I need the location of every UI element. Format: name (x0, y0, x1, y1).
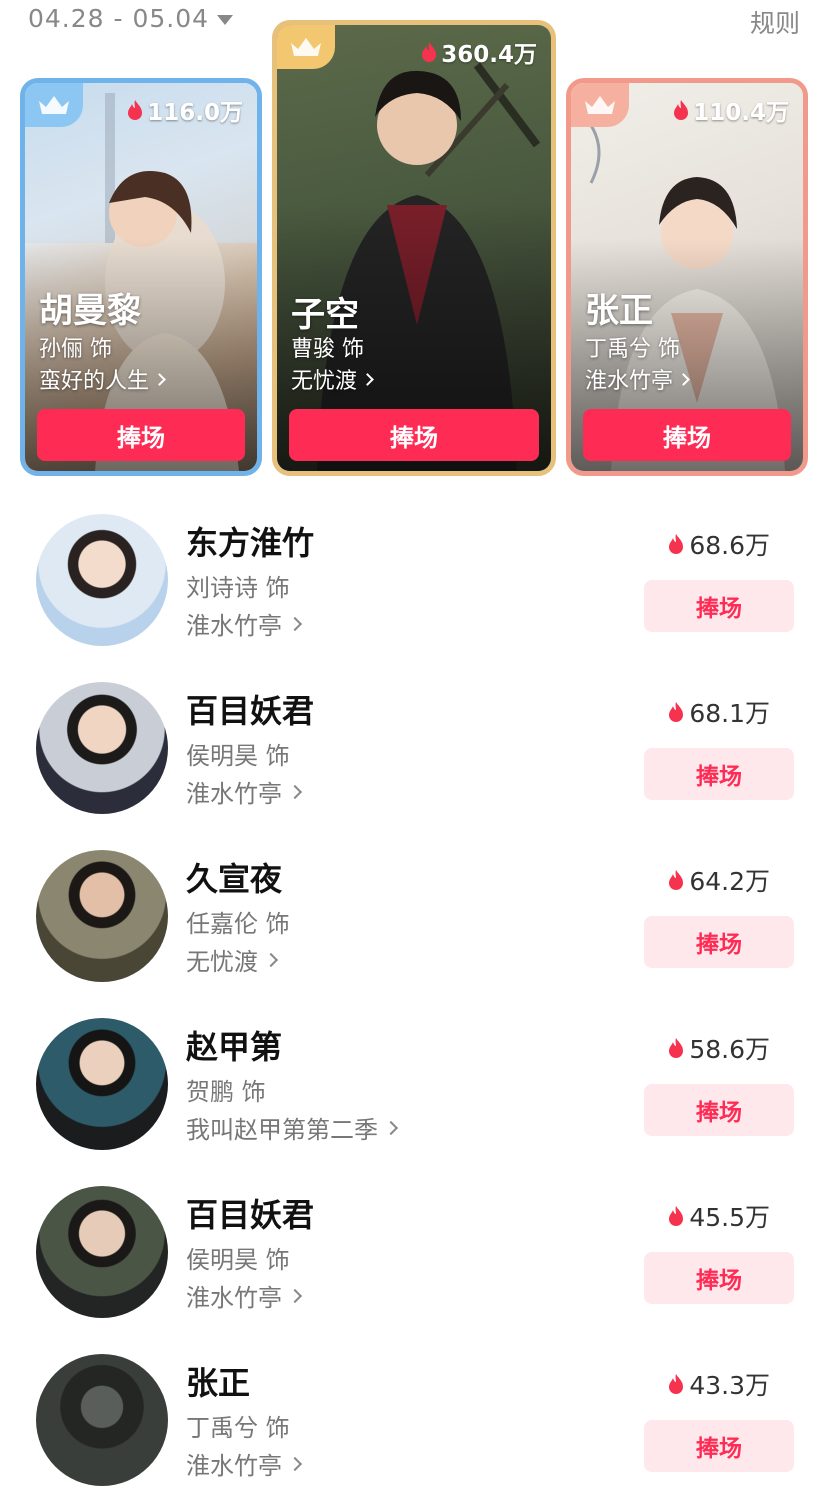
cheer-button[interactable]: 捧场 (644, 1420, 794, 1472)
chevron-right-icon (287, 616, 303, 631)
cheer-button[interactable]: 捧场 (644, 916, 794, 968)
list-item[interactable]: 百目妖君 侯明昊 饰 淮水竹亭 45.5万 捧场 (0, 1176, 828, 1344)
character-name: 东方淮竹 (186, 524, 315, 562)
crown-badge (571, 83, 629, 127)
crown-icon (39, 96, 69, 114)
drama-link[interactable]: 淮水竹亭 (186, 1278, 303, 1313)
actor-name: 曹骏 饰 (291, 337, 364, 362)
cheer-button[interactable]: 捧场 (37, 409, 245, 461)
character-name: 张正 (186, 1364, 251, 1402)
heat-score: 110.4万 (672, 93, 789, 127)
list-item[interactable]: 百目妖君 侯明昊 饰 淮水竹亭 68.1万 捧场 (0, 672, 828, 840)
drama-link[interactable]: 无忧渡 (291, 363, 374, 395)
heat-score: 116.0万 (126, 93, 243, 127)
cheer-button[interactable]: 捧场 (289, 409, 539, 461)
chevron-right-icon (677, 372, 690, 386)
avatar (36, 1354, 168, 1486)
avatar (36, 514, 168, 646)
avatar (36, 1186, 168, 1318)
actor-name: 任嘉伦 饰 (186, 910, 290, 938)
drama-link[interactable]: 无忧渡 (186, 942, 279, 977)
drama-link[interactable]: 淮水竹亭 (186, 1446, 303, 1481)
character-name: 赵甲第 (186, 1028, 283, 1066)
crown-icon (585, 96, 615, 114)
avatar (36, 850, 168, 982)
avatar (36, 1018, 168, 1150)
actor-name: 刘诗诗 饰 (186, 574, 290, 602)
heat-score: 68.6万 (667, 526, 770, 562)
drama-link[interactable]: 我叫赵甲第第二季 (186, 1110, 399, 1145)
crown-icon (291, 38, 321, 56)
actor-name: 侯明昊 饰 (186, 1246, 290, 1274)
character-name: 百目妖君 (186, 1196, 315, 1234)
podium-card-rank-3[interactable]: 110.4万 张正 丁禹兮 饰 淮水竹亭 捧场 (566, 78, 808, 476)
avatar (36, 682, 168, 814)
chevron-right-icon (383, 1120, 399, 1135)
cheer-button[interactable]: 捧场 (644, 1084, 794, 1136)
flame-icon (669, 870, 684, 890)
heat-score: 360.4万 (420, 35, 537, 69)
actor-name: 侯明昊 饰 (186, 742, 290, 770)
flame-icon (128, 100, 143, 120)
cheer-button[interactable]: 捧场 (644, 748, 794, 800)
podium-card-rank-1[interactable]: 360.4万 子空 曹骏 饰 无忧渡 捧场 (272, 20, 556, 476)
actor-name: 孙俪 饰 (39, 337, 112, 362)
heat-score: 64.2万 (667, 862, 770, 898)
chevron-right-icon (287, 1456, 303, 1471)
flame-icon (669, 1038, 684, 1058)
cheer-button[interactable]: 捧场 (644, 580, 794, 632)
flame-icon (669, 1206, 684, 1226)
flame-icon (669, 1374, 684, 1394)
actor-name: 丁禹兮 饰 (585, 337, 680, 362)
crown-badge (277, 25, 335, 69)
actor-name: 丁禹兮 饰 (186, 1414, 290, 1442)
list-item[interactable]: 久宣夜 任嘉伦 饰 无忧渡 64.2万 捧场 (0, 840, 828, 1008)
list-item[interactable]: 赵甲第 贺鹏 饰 我叫赵甲第第二季 58.6万 捧场 (0, 1008, 828, 1176)
podium-card-rank-2[interactable]: 116.0万 胡曼黎 孙俪 饰 蛮好的人生 捧场 (20, 78, 262, 476)
cheer-button[interactable]: 捧场 (644, 1252, 794, 1304)
drama-link[interactable]: 蛮好的人生 (39, 363, 166, 395)
character-name: 子空 (291, 295, 359, 335)
chevron-right-icon (153, 372, 166, 386)
crown-badge (25, 83, 83, 127)
chevron-right-icon (361, 372, 374, 386)
flame-icon (422, 42, 437, 62)
drama-link[interactable]: 淮水竹亭 (186, 774, 303, 809)
heat-score: 43.3万 (667, 1366, 770, 1402)
character-name: 久宣夜 (186, 860, 283, 898)
chevron-right-icon (263, 952, 279, 967)
flame-icon (669, 534, 684, 554)
list-item[interactable]: 张正 丁禹兮 饰 淮水竹亭 43.3万 捧场 (0, 1344, 828, 1512)
flame-icon (669, 702, 684, 722)
heat-score: 45.5万 (667, 1198, 770, 1234)
character-name: 张正 (585, 291, 653, 331)
heat-score: 68.1万 (667, 694, 770, 730)
list-item[interactable]: 东方淮竹 刘诗诗 饰 淮水竹亭 68.6万 捧场 (0, 504, 828, 672)
drama-link[interactable]: 淮水竹亭 (585, 363, 690, 395)
chevron-right-icon (287, 784, 303, 799)
ranking-list: 东方淮竹 刘诗诗 饰 淮水竹亭 68.6万 捧场 百目妖君 侯明昊 饰 淮水竹亭… (0, 504, 828, 1512)
cheer-button[interactable]: 捧场 (583, 409, 791, 461)
podium: 116.0万 胡曼黎 孙俪 饰 蛮好的人生 捧场 360.4万 子空 曹骏 饰 … (0, 0, 828, 480)
actor-name: 贺鹏 饰 (186, 1078, 266, 1106)
flame-icon (674, 100, 689, 120)
heat-score: 58.6万 (667, 1030, 770, 1066)
character-name: 胡曼黎 (39, 291, 141, 331)
character-name: 百目妖君 (186, 692, 315, 730)
chevron-right-icon (287, 1288, 303, 1303)
drama-link[interactable]: 淮水竹亭 (186, 606, 303, 641)
